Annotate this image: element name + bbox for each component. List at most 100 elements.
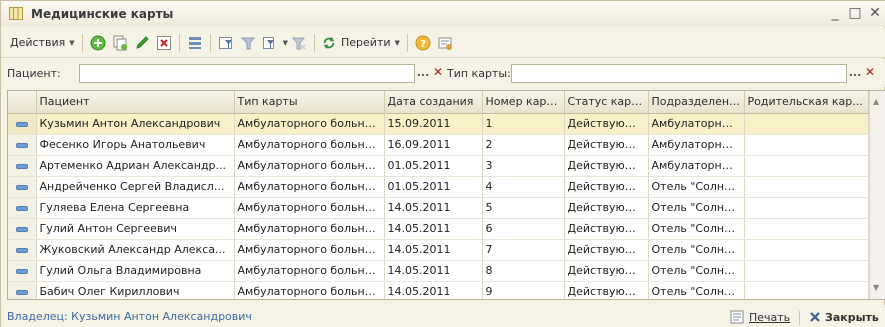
column-header-created-date[interactable]: Дата создания <box>384 91 483 114</box>
table-row[interactable]: Жуковский Александр Алекса... Амбулаторно… <box>8 239 869 261</box>
medical-cards-window: Медицинские карты _ □ ✕ Действия ▼ ▼ Пер… <box>0 0 885 327</box>
patient-clear-button[interactable]: ✕ <box>431 64 445 83</box>
cell-card-type: Амбулаторного больного <box>234 281 385 299</box>
column-header-department[interactable]: Подразделение <box>648 91 745 114</box>
hierarchy-button[interactable] <box>185 33 205 53</box>
filter-button[interactable] <box>216 33 236 53</box>
cell-patient: Жуковский Александр Алекса... <box>36 239 235 261</box>
toolbar: Действия ▼ ▼ Перейти ▼ ? <box>1 28 885 58</box>
scroll-up-arrow-icon[interactable]: ▲ <box>873 97 879 106</box>
row-marker <box>8 176 37 198</box>
record-icon <box>15 184 28 190</box>
cell-department: Амбулаторны... <box>648 155 745 177</box>
print-button[interactable]: Печать <box>729 308 790 326</box>
chevron-down-icon: ▼ <box>394 38 400 47</box>
window-controls: _ □ ✕ <box>828 5 882 21</box>
cell-created-date: 14.05.2011 <box>384 239 483 261</box>
cell-patient: Кузьмин Антон Александрович <box>36 113 235 135</box>
close-form-button[interactable]: Закрыть <box>809 308 879 326</box>
list-form-icon <box>9 7 23 20</box>
card-type-select-button[interactable]: ... <box>847 64 863 83</box>
scroll-down-arrow-icon[interactable]: ▼ <box>873 283 879 292</box>
filter-panel: Пациент: ... ✕ Тип карты: ... ✕ <box>1 59 885 87</box>
filter-off-button[interactable] <box>238 33 258 53</box>
patient-filter-label: Пациент: <box>7 66 61 80</box>
cell-card-number: 8 <box>482 260 565 282</box>
cell-parent-card <box>744 134 869 156</box>
cell-department: Отель "Солне... <box>648 176 745 198</box>
row-marker <box>8 155 37 177</box>
table-row[interactable]: Гулий Ольга Владимировна Амбулаторного бо… <box>8 260 869 282</box>
delete-button[interactable] <box>154 33 174 53</box>
row-marker <box>8 134 37 156</box>
cell-card-number: 2 <box>482 134 565 156</box>
card-type-clear-button[interactable]: ✕ <box>863 64 877 83</box>
edit-button[interactable] <box>132 33 152 53</box>
cell-card-number: 5 <box>482 197 565 219</box>
filter-clear-icon <box>291 37 306 50</box>
card-type-filter-input[interactable] <box>511 63 847 83</box>
table-row[interactable]: Кузьмин Антон Александрович Амбулаторного… <box>8 113 869 135</box>
cell-card-type: Амбулаторного больного <box>234 176 385 198</box>
filter-menu-icon <box>262 36 274 49</box>
edit-icon <box>135 35 149 49</box>
status-bar: Владелец: Кузьмин Антон Александрович Пе… <box>1 305 885 327</box>
cell-created-date: 01.05.2011 <box>384 176 483 198</box>
filter-icon <box>218 36 232 49</box>
cell-card-number: 6 <box>482 218 565 240</box>
row-marker <box>8 281 37 299</box>
cell-parent-card <box>744 113 869 135</box>
cell-card-status: Действующая <box>564 176 649 198</box>
cell-department: Амбулаторны... <box>648 134 745 156</box>
table-row[interactable]: Бабич Олег Кириллович Амбулаторного больн… <box>8 281 869 299</box>
table-row[interactable]: Андрейченко Сергей Владисл... Амбулаторно… <box>8 176 869 198</box>
table-row[interactable]: Фесенко Игорь Анатольевич Амбулаторного б… <box>8 134 869 156</box>
row-marker <box>8 197 37 219</box>
cell-card-status: Действующая <box>564 281 649 299</box>
table-row[interactable]: Гулий Антон Сергеевич Амбулаторного больн… <box>8 218 869 240</box>
copy-button[interactable] <box>110 33 130 53</box>
goto-menu-label: Перейти <box>341 36 391 49</box>
patient-filter-input[interactable] <box>79 63 415 83</box>
cell-parent-card <box>744 239 869 261</box>
cell-card-type: Амбулаторного больного <box>234 218 385 240</box>
table-row[interactable]: Артеменко Адриан Александр... Амбулаторно… <box>8 155 869 177</box>
actions-menu[interactable]: Действия ▼ <box>7 36 78 49</box>
patient-select-button[interactable]: ... <box>415 64 431 83</box>
table-row[interactable]: Гуляева Елена Сергеевна Амбулаторного бол… <box>8 197 869 219</box>
info-button[interactable] <box>435 33 455 53</box>
chevron-down-icon[interactable]: ▼ <box>283 39 288 47</box>
vertical-scrollbar[interactable]: ▲ ▼ <box>869 91 885 299</box>
table-body: Кузьмин Антон Александрович Амбулаторного… <box>8 113 869 299</box>
cell-parent-card <box>744 176 869 198</box>
record-icon <box>15 226 28 232</box>
toolbar-divider <box>178 33 180 52</box>
cell-created-date: 14.05.2011 <box>384 197 483 219</box>
cell-created-date: 01.05.2011 <box>384 155 483 177</box>
close-window-button[interactable]: ✕ <box>868 5 882 21</box>
column-header-card-number[interactable]: Номер карты <box>482 91 565 114</box>
cell-card-status: Действующая <box>564 218 649 240</box>
minimize-button[interactable]: _ <box>828 5 842 21</box>
help-button[interactable]: ? <box>413 33 433 53</box>
cell-parent-card <box>744 197 869 219</box>
cell-patient: Гуляева Елена Сергеевна <box>36 197 235 219</box>
column-header-patient[interactable]: Пациент <box>36 91 235 114</box>
maximize-button[interactable]: □ <box>848 5 862 21</box>
record-icon <box>15 163 28 169</box>
column-header-marker <box>8 91 37 114</box>
filter-clear-button[interactable] <box>289 33 309 53</box>
add-button[interactable] <box>88 33 108 53</box>
table-header-row: Пациент Тип карты Дата создания Номер ка… <box>8 91 869 114</box>
row-marker <box>8 113 37 135</box>
column-header-parent-card[interactable]: Родительская кар... <box>744 91 869 114</box>
filter-off-icon <box>240 37 255 49</box>
cell-card-number: 3 <box>482 155 565 177</box>
filter-menu-button[interactable] <box>260 33 280 53</box>
goto-menu[interactable]: Перейти ▼ <box>319 36 403 50</box>
info-icon <box>438 37 452 50</box>
cell-department: Отель "Солне... <box>648 197 745 219</box>
column-header-card-status[interactable]: Статус карты <box>564 91 649 114</box>
column-header-card-type[interactable]: Тип карты <box>234 91 385 114</box>
actions-menu-label: Действия <box>10 36 66 49</box>
